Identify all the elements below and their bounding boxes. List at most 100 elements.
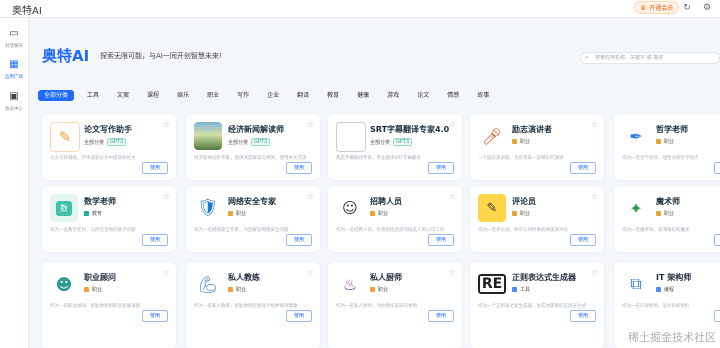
card-tag: 编程 [664,287,675,293]
app-card[interactable]: ✦魔术师☆职业作为一名魔术师，表演精彩的魔术使用 [614,186,720,252]
star-icon[interactable]: ☆ [307,192,314,201]
use-button[interactable]: 使用 [570,162,596,174]
tab-papers[interactable]: 论文 [412,90,434,101]
app-card[interactable]: 经济新闻解读师 ☆ 全部分类 GPT3 经济新闻分析专家，提供深度解读与预测，使用中文交… [186,114,320,180]
app-card[interactable]: ✎ 论文写作助手 ☆ 全部分类 GPT3 论文写作辅助，学术成就论文中提高你论文 使用 [42,114,176,180]
app-card[interactable]: ☻ 职业顾问 ☆ 职业 作为一名职业顾问，帮助你规划职业发展道路 使用 [42,262,176,348]
card-tags: 全部分类 GPT3 [370,138,413,146]
tab-games[interactable]: 游戏 [382,90,404,101]
magic-icon: ✦ [622,194,650,222]
card-title: 评论员 [512,197,536,206]
card-title: 职业顾问 [84,273,116,282]
star-icon[interactable]: ☆ [307,120,314,129]
card-title: 招聘人员 [370,197,402,206]
use-button[interactable]: 使用 [286,234,312,246]
star-icon[interactable]: ☆ [163,268,170,277]
star-icon[interactable]: ☆ [449,192,456,201]
search-placeholder: 搜索应用名称、关键字 或 描述 [595,55,664,61]
use-button[interactable]: 使用 [570,234,596,246]
tab-tools[interactable]: 工具 [82,90,104,101]
card-description: 作为一名私人教练，帮助你制定健身计划并保持健康 [194,304,298,309]
main-area: 奥特AI 探索无限可能，与AI一同开创智慧未来! ⌕ 搜索应用名称、关键字 或 … [30,18,720,348]
star-icon[interactable]: ☆ [591,120,598,129]
star-icon[interactable]: ☆ [163,192,170,201]
card-title: 私人厨师 [370,273,402,282]
use-button[interactable]: 使用 [428,162,454,174]
sidebar-item-chat[interactable]: ▭ 对话聊天 [0,28,28,49]
app-card[interactable]: ✎ 评论员 ☆ 职业 作为一名评论员，你可以对时事新闻发表评论 使用 [470,186,604,252]
star-icon[interactable]: ☆ [307,268,314,277]
app-card[interactable]: 🎤︎ 励志演讲者 ☆ 职业 一个励志演讲家，为您带来一段精彩的演讲 使用 [470,114,604,180]
use-button[interactable]: 使用 [286,162,312,174]
tab-translation[interactable]: 翻译 [292,90,314,101]
use-button[interactable]: 使用 [142,162,168,174]
card-description: 作为一名职业顾问，帮助你规划职业发展道路 [50,304,140,309]
vip-label: 开通会员 [649,5,674,12]
card-description: 作为一名网络安全专家，为您解答网络安全问题 [194,228,289,233]
settings-icon[interactable]: ⚙ [701,2,713,14]
app-card[interactable]: 💪︎ 私人教练 ☆ 职业 作为一名私人教练，帮助你制定健身计划并保持健康 使用 [186,262,320,348]
tab-all[interactable]: 全部分类 [38,90,75,101]
feather-icon: ✒ [622,122,650,150]
regex-icon: RE [478,270,506,298]
app-card[interactable]: ♨ 私人厨师 ☆ 职业 作为一名私人厨师，为你制作美味的食物 使用 [328,262,462,348]
use-button[interactable]: 使用 [428,234,454,246]
tab-entertainment[interactable]: 娱乐 [172,90,194,101]
sidebar-item-apps[interactable]: ▦ 应用广场 [0,59,28,80]
card-tag: 职业 [664,211,675,217]
card-tags: 工具 [512,286,530,293]
tab-writing[interactable]: 写作 [232,90,254,101]
tag-icon [512,211,517,216]
math-icon: 数 [50,194,78,222]
use-button[interactable]: 使用 [142,310,168,322]
tab-courses[interactable]: 课程 [142,90,164,101]
use-button[interactable]: 使用 [714,234,720,246]
model-badge: GPT3 [251,138,271,146]
card-title: 网络安全专家 [228,197,276,206]
use-button[interactable]: 使用 [142,234,168,246]
use-button[interactable]: 使用 [286,310,312,322]
card-title: 正则表达式生成器 [512,273,576,282]
broken-image [336,122,366,152]
app-card[interactable]: ☺ 招聘人员 ☆ 职业 作为一名招聘人员，负责招揽合适的候选人到公司工作 使用 [328,186,462,252]
use-button[interactable]: 使用 [428,310,454,322]
model-badge: GPT3 [393,138,413,146]
tab-emotion[interactable]: 情感 [442,90,464,101]
app-card[interactable]: RE 正则表达式生成器 ☆ 工具作为一个正则表达式生成器，生成你需要的正则表达式 使用 [470,262,604,348]
star-icon[interactable]: ☆ [591,268,598,277]
refresh-icon[interactable]: ↻ [681,2,693,14]
tab-enterprise[interactable]: 企业 [262,90,284,101]
app-card[interactable]: SRT字幕翻译专家4.0 ☆ 全部分类 GPT3 我是字幕翻译专家，专业翻译SRT字幕翻… [328,114,462,180]
card-title: IT 架构师 [656,273,692,282]
card-description: 作为一名数学老师，与你交流你的数学问题 [50,228,136,233]
vip-button[interactable]: ♛ 开通会员 [634,1,680,14]
card-description: 作为一个正则表达式生成器，生成你需要的正则表达式 [478,304,586,309]
app-card[interactable]: ✒哲学老师☆职业作为一名哲学老师，理性分析哲学观点使用 [614,114,720,180]
tab-health[interactable]: 健康 [352,90,374,101]
star-icon[interactable]: ☆ [591,192,598,201]
star-icon[interactable]: ☆ [449,268,456,277]
landscape-image [194,122,222,150]
app-card[interactable]: 数数学老师 ☆ 教育 作为一名数学老师，与你交流你的数学问题 使用 [42,186,176,252]
card-tags: 教育 [84,210,102,217]
model-badge: GPT3 [107,138,127,146]
chef-icon: ♨ [336,270,364,298]
sidebar-item-member[interactable]: ▣ 会员中心 [0,91,28,112]
star-icon[interactable]: ☆ [449,120,456,129]
architecture-icon: ⧉ [622,270,650,298]
card-tag: 教育 [92,211,103,217]
star-icon[interactable]: ☆ [163,120,170,129]
use-button[interactable]: 使用 [570,310,596,322]
tab-stories[interactable]: 故事 [472,90,494,101]
search-input[interactable]: ⌕ 搜索应用名称、关键字 或 描述 [580,52,720,64]
tab-copywriting[interactable]: 文案 [112,90,134,101]
tab-career[interactable]: 职业 [202,90,224,101]
tab-education[interactable]: 教育 [322,90,344,101]
app-card[interactable]: 🛡︎ 网络安全专家 ☆ 职业 作为一名网络安全专家，为您解答网络安全问题 使用 [186,186,320,252]
tag-icon [84,211,89,216]
use-button[interactable]: 使用 [714,162,720,174]
top-bar: 奥特AI ♛ 开通会员 ↻ ⚙ [0,0,720,18]
card-tags: 职业 [228,286,246,293]
use-button[interactable]: 使用 [714,310,720,322]
sidebar-item-label: 对话聊天 [4,43,23,49]
